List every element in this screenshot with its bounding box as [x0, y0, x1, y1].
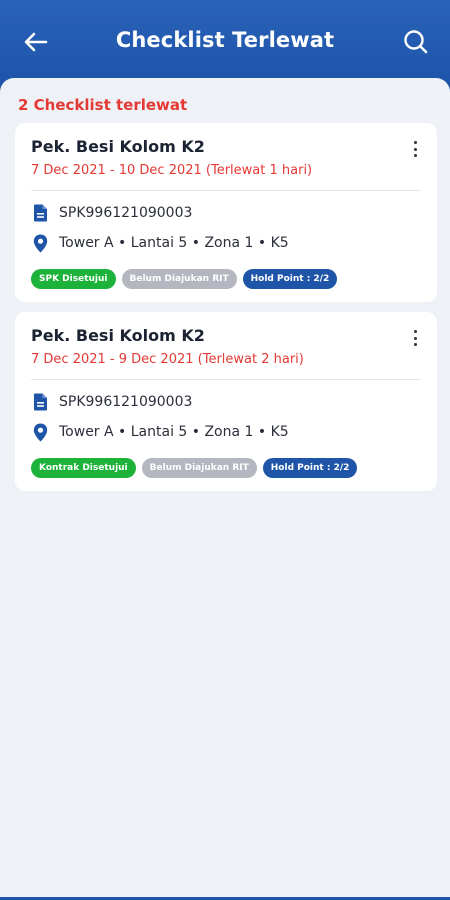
- document-row: SPK996121090003: [31, 392, 192, 412]
- checklist-card[interactable]: Pek. Besi Kolom K2 7 Dec 2021 - 9 Dec 20…: [15, 312, 437, 491]
- page-title: Checklist Terlewat: [115, 28, 335, 52]
- location-row: Tower A • Lantai 5 • Zona 1 • K5: [31, 422, 289, 442]
- card-date-range: 7 Dec 2021 - 10 Dec 2021 (Terlewat 1 har…: [31, 163, 313, 178]
- status-badge: Hold Point : 2/2: [242, 269, 338, 289]
- status-badge: Kontrak Disetujui: [31, 458, 136, 478]
- status-badge: Hold Point : 2/2: [262, 458, 358, 478]
- more-vertical-icon: [413, 330, 417, 333]
- card-title: Pek. Besi Kolom K2: [31, 137, 205, 156]
- divider: [31, 379, 421, 380]
- document-row: SPK996121090003: [31, 203, 192, 223]
- location-text: Tower A • Lantai 5 • Zona 1 • K5: [59, 424, 289, 440]
- location-pin-icon: [31, 233, 49, 253]
- card-title: Pek. Besi Kolom K2: [31, 326, 205, 345]
- status-badge: Belum Diajukan RIT: [141, 458, 257, 478]
- status-badge: Belum Diajukan RIT: [121, 269, 237, 289]
- content-area: 2 Checklist terlewat Pek. Besi Kolom K2 …: [0, 78, 450, 900]
- more-options-button[interactable]: [407, 139, 423, 159]
- document-number: SPK996121090003: [59, 205, 193, 221]
- location-pin-icon: [31, 422, 49, 442]
- document-icon: [31, 203, 49, 223]
- location-text: Tower A • Lantai 5 • Zona 1 • K5: [59, 235, 289, 251]
- more-vertical-icon: [413, 141, 417, 144]
- document-number: SPK996121090003: [59, 394, 193, 410]
- search-icon: [404, 30, 428, 54]
- status-badges: SPK Disetujui Belum Diajukan RIT Hold Po…: [31, 269, 338, 289]
- search-button[interactable]: [400, 26, 432, 58]
- status-badges: Kontrak Disetujui Belum Diajukan RIT Hol…: [31, 458, 358, 478]
- checklist-card[interactable]: Pek. Besi Kolom K2 7 Dec 2021 - 10 Dec 2…: [15, 123, 437, 302]
- overdue-count-label: 2 Checklist terlewat: [18, 96, 188, 114]
- document-icon: [31, 392, 49, 412]
- app-header: Checklist Terlewat: [0, 0, 450, 90]
- divider: [31, 190, 421, 191]
- status-badge: SPK Disetujui: [31, 269, 116, 289]
- more-options-button[interactable]: [407, 328, 423, 348]
- card-date-range: 7 Dec 2021 - 9 Dec 2021 (Terlewat 2 hari…: [31, 352, 304, 367]
- location-row: Tower A • Lantai 5 • Zona 1 • K5: [31, 233, 289, 253]
